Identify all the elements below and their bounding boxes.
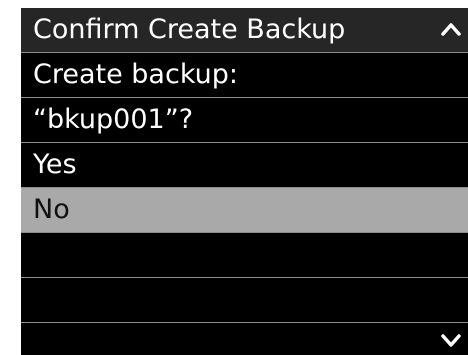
backup-name-text: “bkup001”? — [33, 104, 194, 135]
option-yes-label: Yes — [33, 149, 77, 180]
confirm-backup-dialog: Confirm Create Backup Create backup: “bk… — [21, 8, 468, 355]
dialog-title-bar: Confirm Create Backup — [21, 8, 468, 52]
empty-row — [21, 233, 468, 277]
dialog-title: Confirm Create Backup — [33, 14, 346, 45]
empty-row — [21, 278, 468, 322]
option-yes[interactable]: Yes — [21, 143, 468, 187]
message-line-1: Create backup: — [21, 53, 468, 97]
chevron-up-icon[interactable] — [440, 19, 462, 41]
message-line-2: “bkup001”? — [21, 98, 468, 142]
bottom-row — [21, 323, 468, 355]
message-text-1: Create backup: — [33, 59, 238, 90]
option-no-label: No — [33, 194, 70, 225]
chevron-down-icon[interactable] — [440, 329, 462, 351]
option-no[interactable]: No — [21, 188, 468, 232]
